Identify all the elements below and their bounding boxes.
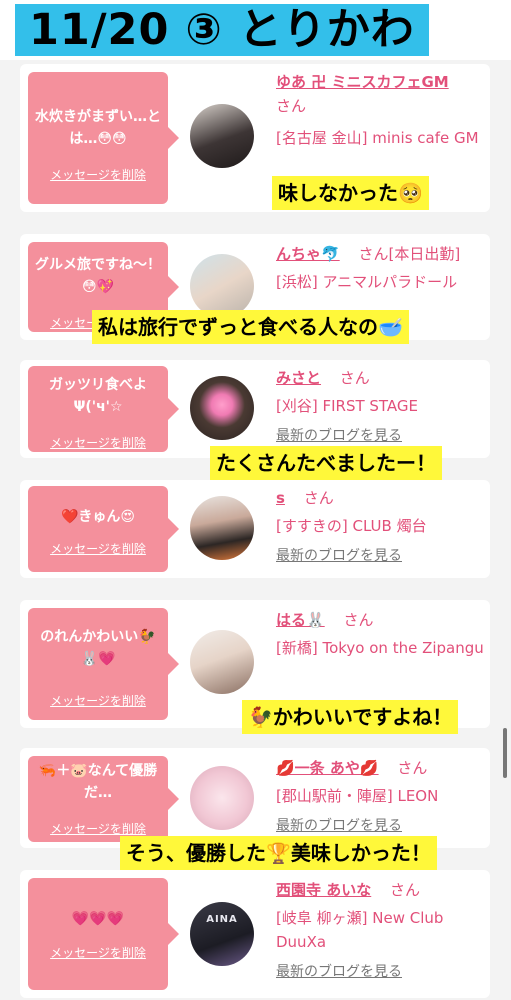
honorific: さん bbox=[397, 759, 428, 777]
message-bubble: のれんかわいい🐓🐰💗 メッセージを削除 bbox=[28, 608, 179, 720]
delete-message-link[interactable]: メッセージを削除 bbox=[28, 434, 168, 451]
girl-name-link[interactable]: はる🐰 bbox=[276, 611, 325, 629]
shop-name: [郡山駅前・陣屋] LEON bbox=[276, 787, 439, 805]
shop-name: [名古屋 金山] minis cafe GM bbox=[276, 129, 479, 147]
honorific: さん bbox=[276, 97, 307, 115]
honorific: さん bbox=[303, 489, 334, 507]
avatar[interactable] bbox=[190, 496, 254, 560]
shop-name: [岐阜 柳ヶ瀬] New Club DuuXa bbox=[276, 909, 444, 951]
message-text: グルメ旅ですね〜！😳💖 bbox=[35, 257, 161, 295]
avatar[interactable] bbox=[190, 630, 254, 694]
blog-link[interactable]: 最新のブログを見る bbox=[276, 424, 486, 448]
girl-info: んちゃ🐬 さん[本日出勤] [浜松] アニマルパラドール bbox=[276, 242, 486, 294]
girl-info: ゆあ 卍 ミニスカフェGM さん [名古屋 金山] minis cafe GM bbox=[276, 70, 486, 150]
message-bubble: 水炊きがまずい…とは…😳😳 メッセージを削除 bbox=[28, 72, 179, 204]
message-text: 🦐＋🐷なんて優勝だ… bbox=[38, 763, 158, 801]
shop-name: [刈谷] FIRST STAGE bbox=[276, 397, 419, 415]
girl-name-link[interactable]: んちゃ🐬 bbox=[276, 245, 340, 263]
delete-message-link[interactable]: メッセージを削除 bbox=[28, 692, 168, 709]
honorific: さん bbox=[343, 611, 374, 629]
message-text: ガッツリ食べよΨ('ч'☆ bbox=[49, 377, 147, 415]
message-bubble: ガッツリ食べよΨ('ч'☆ メッセージを削除 bbox=[28, 366, 179, 452]
caption-overlay: 🐓かわいいですよね！ bbox=[242, 700, 459, 734]
girl-name-link[interactable]: 💋一条 あや💋 bbox=[276, 759, 379, 777]
girl-info: はる🐰 さん [新橋] Tokyo on the Zipangu bbox=[276, 608, 486, 660]
honorific: さん bbox=[339, 369, 370, 387]
avatar[interactable] bbox=[190, 376, 254, 440]
avatar[interactable] bbox=[190, 104, 254, 168]
message-text: のれんかわいい🐓🐰💗 bbox=[40, 629, 156, 667]
page-title: 11/20 ③ とりかわ bbox=[15, 4, 429, 56]
message-text: 水炊きがまずい…とは…😳😳 bbox=[35, 109, 161, 147]
message-card: 🦐＋🐷なんて優勝だ… メッセージを削除 💋一条 あや💋 さん [郡山駅前・陣屋]… bbox=[20, 748, 490, 848]
avatar[interactable]: AINA bbox=[190, 902, 254, 966]
message-bubble: ❤️きゅん😍 メッセージを削除 bbox=[28, 486, 179, 572]
honorific: さん bbox=[358, 245, 389, 263]
caption-overlay: 私は旅行でずっと食べる人なの🥣 bbox=[92, 310, 409, 344]
delete-message-link[interactable]: メッセージを削除 bbox=[28, 540, 168, 557]
blog-link[interactable]: 最新のブログを見る bbox=[276, 814, 486, 838]
girl-name-link[interactable]: みさと bbox=[276, 369, 321, 387]
message-bubble: 🦐＋🐷なんて優勝だ… メッセージを削除 bbox=[28, 756, 179, 842]
avatar[interactable] bbox=[190, 766, 254, 830]
scrollbar[interactable] bbox=[503, 728, 507, 778]
delete-message-link[interactable]: メッセージを削除 bbox=[28, 944, 168, 961]
girl-name-link[interactable]: 西園寺 あいな bbox=[276, 881, 371, 899]
message-card: ❤️きゅん😍 メッセージを削除 s さん [すすきの] CLUB 燭台 最新のブ… bbox=[20, 480, 490, 578]
blog-link[interactable]: 最新のブログを見る bbox=[276, 960, 486, 984]
girl-info: 💋一条 あや💋 さん [郡山駅前・陣屋] LEON 最新のブログを見る bbox=[276, 756, 486, 838]
honorific: さん bbox=[390, 881, 421, 899]
message-text: 💗💗💗 bbox=[71, 911, 125, 927]
shop-name: [浜松] アニマルパラドール bbox=[276, 273, 458, 291]
blog-link[interactable]: 最新のブログを見る bbox=[276, 544, 486, 568]
avatar-logo-text: AINA bbox=[206, 914, 238, 925]
message-bubble: 💗💗💗 メッセージを削除 bbox=[28, 878, 179, 990]
girl-name-link[interactable]: ゆあ 卍 ミニスカフェGM bbox=[276, 73, 449, 91]
message-text: ❤️きゅん😍 bbox=[60, 509, 136, 525]
girl-info: s さん [すすきの] CLUB 燭台 最新のブログを見る bbox=[276, 486, 486, 568]
caption-overlay: そう、優勝した🏆美味しかった！ bbox=[120, 836, 437, 870]
header: 11/20 ③ とりかわ bbox=[0, 0, 511, 60]
delete-message-link[interactable]: メッセージを削除 bbox=[28, 820, 168, 837]
girl-name-link[interactable]: s bbox=[276, 489, 285, 507]
avatar[interactable] bbox=[190, 254, 254, 318]
status-badge: [本日出勤] bbox=[388, 245, 461, 263]
caption-overlay: たくさんたべましたー！ bbox=[210, 446, 442, 480]
message-card: 💗💗💗 メッセージを削除 AINA 西園寺 あいな さん [岐阜 柳ヶ瀬] Ne… bbox=[20, 870, 490, 998]
girl-info: 西園寺 あいな さん [岐阜 柳ヶ瀬] New Club DuuXa 最新のブロ… bbox=[276, 878, 486, 984]
delete-message-link[interactable]: メッセージを削除 bbox=[28, 166, 168, 183]
message-card: ガッツリ食べよΨ('ч'☆ メッセージを削除 みさと さん [刈谷] FIRST… bbox=[20, 360, 490, 458]
shop-name: [新橋] Tokyo on the Zipangu bbox=[276, 639, 484, 657]
caption-overlay: 味しなかった🥺 bbox=[272, 176, 429, 210]
shop-name: [すすきの] CLUB 燭台 bbox=[276, 517, 427, 535]
girl-info: みさと さん [刈谷] FIRST STAGE 最新のブログを見る bbox=[276, 366, 486, 448]
